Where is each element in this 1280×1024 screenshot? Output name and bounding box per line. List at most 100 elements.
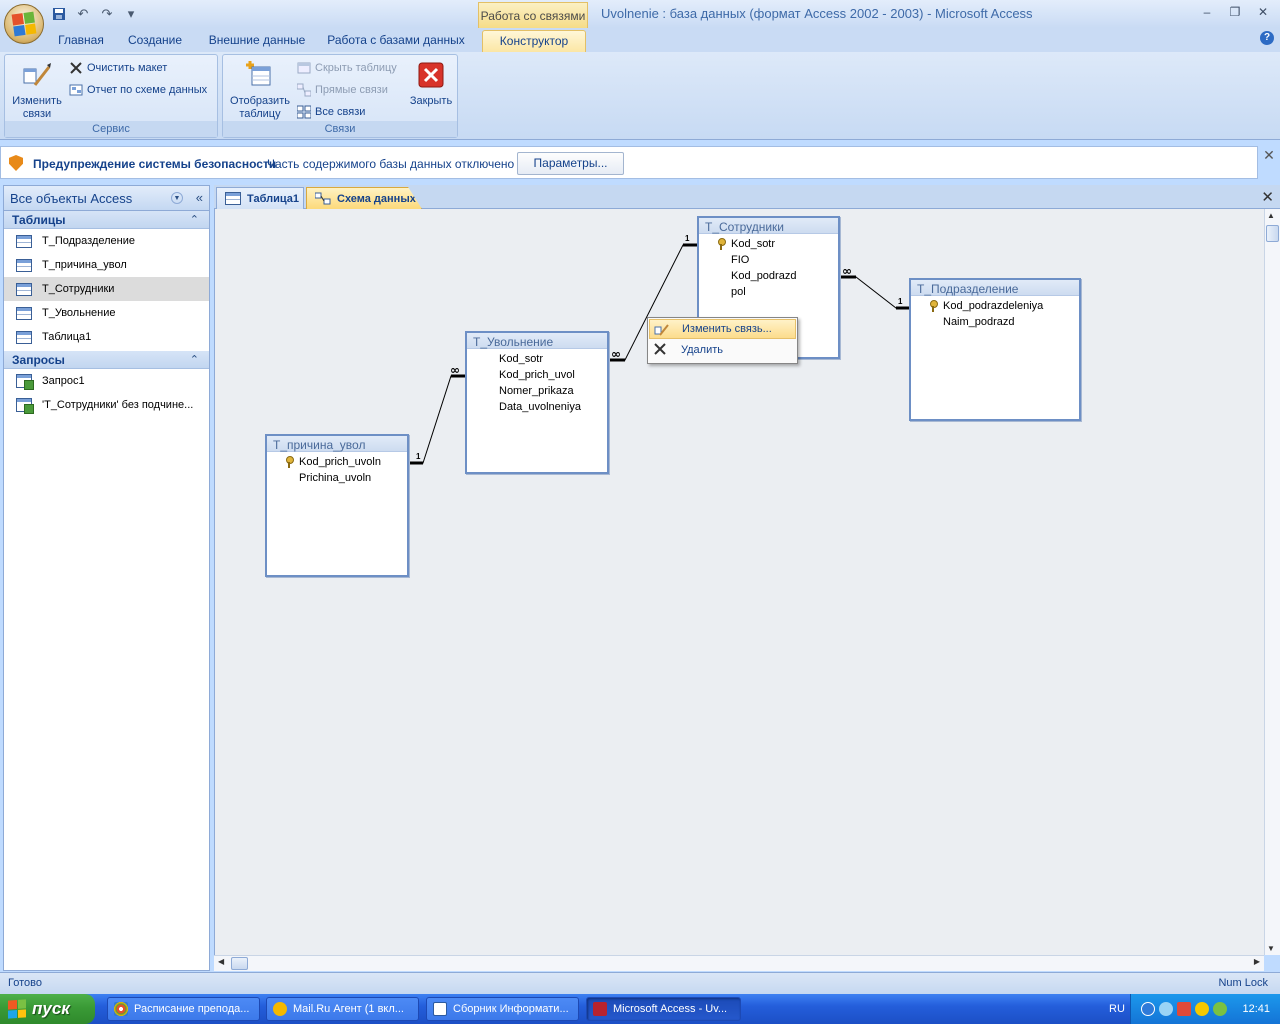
table-field[interactable]: Kod_sotr bbox=[467, 351, 607, 367]
minimize-button[interactable]: – bbox=[1198, 4, 1216, 20]
chevron-up-icon[interactable]: ⌃ bbox=[190, 211, 199, 229]
relationship-line[interactable] bbox=[408, 374, 465, 465]
chevron-up-icon[interactable]: ⌃ bbox=[190, 351, 199, 369]
horizontal-scrollbar[interactable]: ◀ ▶ bbox=[214, 955, 1264, 971]
clock: 12:41 bbox=[1242, 1003, 1270, 1015]
table-field[interactable]: Kod_podrazdeleniya bbox=[911, 298, 1079, 314]
start-button[interactable]: пуск bbox=[0, 994, 95, 1024]
taskbar-item-label: Microsoft Access - Uv... bbox=[613, 1003, 728, 1015]
table-field[interactable]: Kod_sotr bbox=[699, 236, 838, 252]
table-field[interactable]: Data_uvolneniya bbox=[467, 399, 607, 415]
edit-relationships-icon bbox=[21, 59, 53, 91]
taskbar-item[interactable]: Microsoft Access - Uv... bbox=[586, 997, 741, 1021]
menu-item-edit-relationship[interactable]: Изменить связь... bbox=[649, 319, 796, 339]
nav-section-tables[interactable]: Таблицы ⌃ bbox=[4, 211, 209, 229]
network-icon[interactable] bbox=[1159, 1002, 1173, 1016]
scroll-thumb[interactable] bbox=[231, 957, 248, 970]
show-table-label: Отобразить таблицу bbox=[230, 95, 290, 120]
help-icon[interactable]: ? bbox=[1260, 31, 1274, 45]
menu-item-delete[interactable]: Удалить bbox=[648, 339, 797, 361]
nav-item-table[interactable]: Т_Подразделение bbox=[4, 229, 209, 253]
table-field[interactable]: Naim_podrazd bbox=[911, 314, 1079, 330]
antivirus-icon[interactable] bbox=[1177, 1002, 1191, 1016]
scroll-right-icon[interactable]: ▶ bbox=[1254, 957, 1260, 966]
nav-item-table[interactable]: Т_Сотрудники bbox=[4, 277, 209, 301]
scroll-thumb[interactable] bbox=[1266, 225, 1279, 242]
vertical-scrollbar[interactable]: ▲ ▼ bbox=[1264, 209, 1280, 955]
table-field[interactable]: Kod_prich_uvol bbox=[467, 367, 607, 383]
redo-icon[interactable]: ↷ bbox=[98, 5, 116, 23]
nav-item-query[interactable]: 'Т_Сотрудники' без подчине... bbox=[4, 393, 209, 417]
nav-pane-header[interactable]: Все объекты Access ▼ « bbox=[4, 186, 209, 211]
key-icon bbox=[929, 300, 938, 312]
language-indicator[interactable]: RU bbox=[1109, 1003, 1125, 1015]
nav-item-table[interactable]: Т_Увольнение bbox=[4, 301, 209, 325]
nav-item-table[interactable]: Таблица1 bbox=[4, 325, 209, 349]
collapse-pane-icon[interactable]: « bbox=[196, 190, 203, 205]
direct-relationships-button[interactable]: Прямые связи bbox=[297, 81, 388, 99]
table-box-title[interactable]: Т_причина_увол bbox=[267, 436, 407, 452]
schema-report-button[interactable]: Отчет по схеме данных bbox=[69, 81, 207, 99]
nav-item-query[interactable]: Запрос1 bbox=[4, 369, 209, 393]
shield-icon bbox=[9, 155, 23, 171]
field-label: Prichina_uvoln bbox=[299, 472, 372, 484]
table-field[interactable]: Nomer_prikaza bbox=[467, 383, 607, 399]
scroll-left-icon[interactable]: ◀ bbox=[218, 957, 224, 966]
tab-designer[interactable]: Конструктор bbox=[482, 30, 586, 52]
tab-external-data[interactable]: Внешние данные bbox=[202, 32, 312, 52]
taskbar-item[interactable]: Сборник Информати... bbox=[426, 997, 579, 1021]
scroll-down-icon[interactable]: ▼ bbox=[1267, 944, 1275, 953]
clear-layout-label: Очистить макет bbox=[87, 62, 168, 74]
show-table-button[interactable]: Отобразить таблицу bbox=[225, 59, 295, 121]
taskbar-item-label: Mail.Ru Агент (1 вкл... bbox=[293, 1003, 404, 1015]
table-box-title[interactable]: Т_Подразделение bbox=[911, 280, 1079, 296]
tab-create[interactable]: Создание bbox=[122, 32, 188, 52]
restore-button[interactable]: ❐ bbox=[1226, 4, 1244, 20]
close-window-button[interactable]: ✕ bbox=[1254, 4, 1272, 20]
customize-qat-icon[interactable]: ▾ bbox=[122, 5, 140, 23]
close-relationships-button[interactable]: Закрыть bbox=[405, 59, 457, 108]
hide-table-label: Скрыть таблицу bbox=[315, 62, 397, 74]
hide-table-button[interactable]: Скрыть таблицу bbox=[297, 59, 397, 77]
close-document-icon[interactable]: ✕ bbox=[1261, 188, 1274, 206]
edit-relationships-button[interactable]: Изменить связи bbox=[7, 59, 67, 121]
table-box-reasons[interactable]: Т_причина_увол Kod_prich_uvoln Prichina_… bbox=[265, 434, 409, 577]
close-icon[interactable]: ✕ bbox=[1262, 148, 1276, 162]
chat-icon[interactable] bbox=[1213, 1002, 1227, 1016]
taskbar-item[interactable]: Mail.Ru Агент (1 вкл... bbox=[266, 997, 419, 1021]
table-box-title[interactable]: Т_Сотрудники bbox=[699, 218, 838, 234]
back-arrow-icon[interactable] bbox=[1141, 1002, 1155, 1016]
all-relationships-button[interactable]: Все связи bbox=[297, 103, 365, 121]
doc-tab-label: Таблица1 bbox=[247, 192, 299, 205]
undo-icon[interactable]: ↶ bbox=[74, 5, 92, 23]
nav-section-queries[interactable]: Запросы ⌃ bbox=[4, 351, 209, 369]
office-button[interactable] bbox=[4, 4, 44, 44]
table-box-dismissals[interactable]: Т_Увольнение Kod_sotr Kod_prich_uvol Nom… bbox=[465, 331, 609, 474]
table-field[interactable]: Kod_podrazd bbox=[699, 268, 838, 284]
doc-tab-relationships[interactable]: Схема данных bbox=[306, 187, 422, 209]
tab-database-tools[interactable]: Работа с базами данных bbox=[324, 32, 468, 52]
field-label: Naim_podrazd bbox=[943, 316, 1015, 328]
chevron-down-icon[interactable]: ▼ bbox=[171, 192, 183, 204]
table-icon bbox=[16, 282, 32, 296]
tab-home[interactable]: Главная bbox=[52, 32, 110, 52]
table-box-departments[interactable]: Т_Подразделение Kod_podrazdeleniya Naim_… bbox=[909, 278, 1081, 421]
rel-many-label: ∞ bbox=[450, 363, 460, 377]
taskbar-item[interactable]: Расписание препода... bbox=[107, 997, 260, 1021]
delete-x-icon bbox=[654, 343, 666, 355]
security-options-button[interactable]: Параметры... bbox=[517, 152, 624, 175]
table-field[interactable]: FIO bbox=[699, 252, 838, 268]
document-tabs: Таблица1 Схема данных bbox=[214, 185, 1280, 209]
nav-item-table[interactable]: Т_причина_увол bbox=[4, 253, 209, 277]
table-field[interactable]: Prichina_uvoln bbox=[267, 470, 407, 486]
table-field[interactable]: pol bbox=[699, 284, 838, 300]
save-icon[interactable] bbox=[50, 5, 68, 23]
security-warning-title: Предупреждение системы безопасности bbox=[33, 157, 277, 171]
mail-agent-tray-icon[interactable] bbox=[1195, 1002, 1209, 1016]
doc-tab-table1[interactable]: Таблица1 bbox=[216, 187, 304, 209]
table-box-title[interactable]: Т_Увольнение bbox=[467, 333, 607, 349]
clear-layout-button[interactable]: Очистить макет bbox=[69, 59, 167, 77]
query-icon bbox=[16, 398, 34, 414]
scroll-up-icon[interactable]: ▲ bbox=[1267, 211, 1275, 220]
table-field[interactable]: Kod_prich_uvoln bbox=[267, 454, 407, 470]
